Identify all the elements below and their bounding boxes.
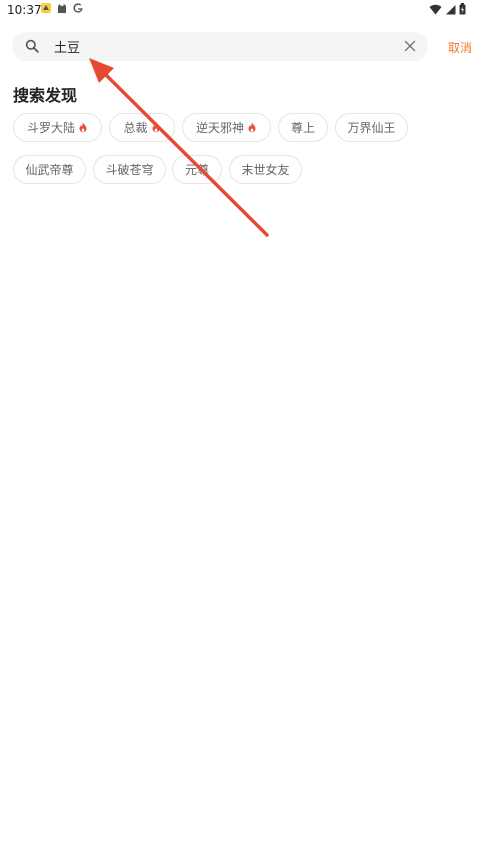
search-icon [25,39,39,53]
wifi-icon [429,4,442,14]
signal-icon [446,4,456,14]
hot-icon [79,122,87,133]
status-system-icons [429,3,466,15]
hot-icon [248,122,256,133]
discover-tag-label: 尊上 [290,121,315,135]
discover-tag[interactable]: 逆天邪神 [182,113,271,142]
status-bar: 10:37 [0,0,486,20]
search-box[interactable] [12,32,428,61]
discover-tag-label: 末世女友 [241,163,290,177]
discover-tag-label: 仙武帝尊 [25,163,74,177]
status-notification-icons [40,2,84,14]
clear-icon[interactable] [404,40,416,52]
notification-app-icon [41,3,51,13]
discover-tag-label: 总裁 [123,121,148,135]
discover-tag[interactable]: 尊上 [278,113,328,142]
discover-tag[interactable]: 斗罗大陆 [13,113,102,142]
discover-tag[interactable]: 仙武帝尊 [13,155,86,184]
discover-tag[interactable]: 末世女友 [229,155,302,184]
discover-tag[interactable]: 万界仙王 [335,113,408,142]
search-row: 取消 [0,32,486,62]
discover-tag-label: 元尊 [184,163,209,177]
cancel-button[interactable]: 取消 [448,39,472,56]
google-icon [73,3,83,13]
search-input[interactable] [54,37,384,56]
discover-tag-label: 万界仙王 [347,121,396,135]
discover-tag-label: 斗破苍穹 [105,163,154,177]
discover-tag[interactable]: 总裁 [109,113,175,142]
discover-tag-label: 逆天邪神 [195,121,244,135]
discover-tag[interactable]: 斗破苍穹 [93,155,166,184]
discover-tag[interactable]: 元尊 [172,155,222,184]
discover-tag-label: 斗罗大陆 [26,121,75,135]
search-discover-title: 搜索发现 [13,86,78,105]
hot-icon [152,122,159,133]
notification-cat-icon [58,4,66,13]
battery-icon [459,3,466,15]
status-time: 10:37 [7,3,42,17]
